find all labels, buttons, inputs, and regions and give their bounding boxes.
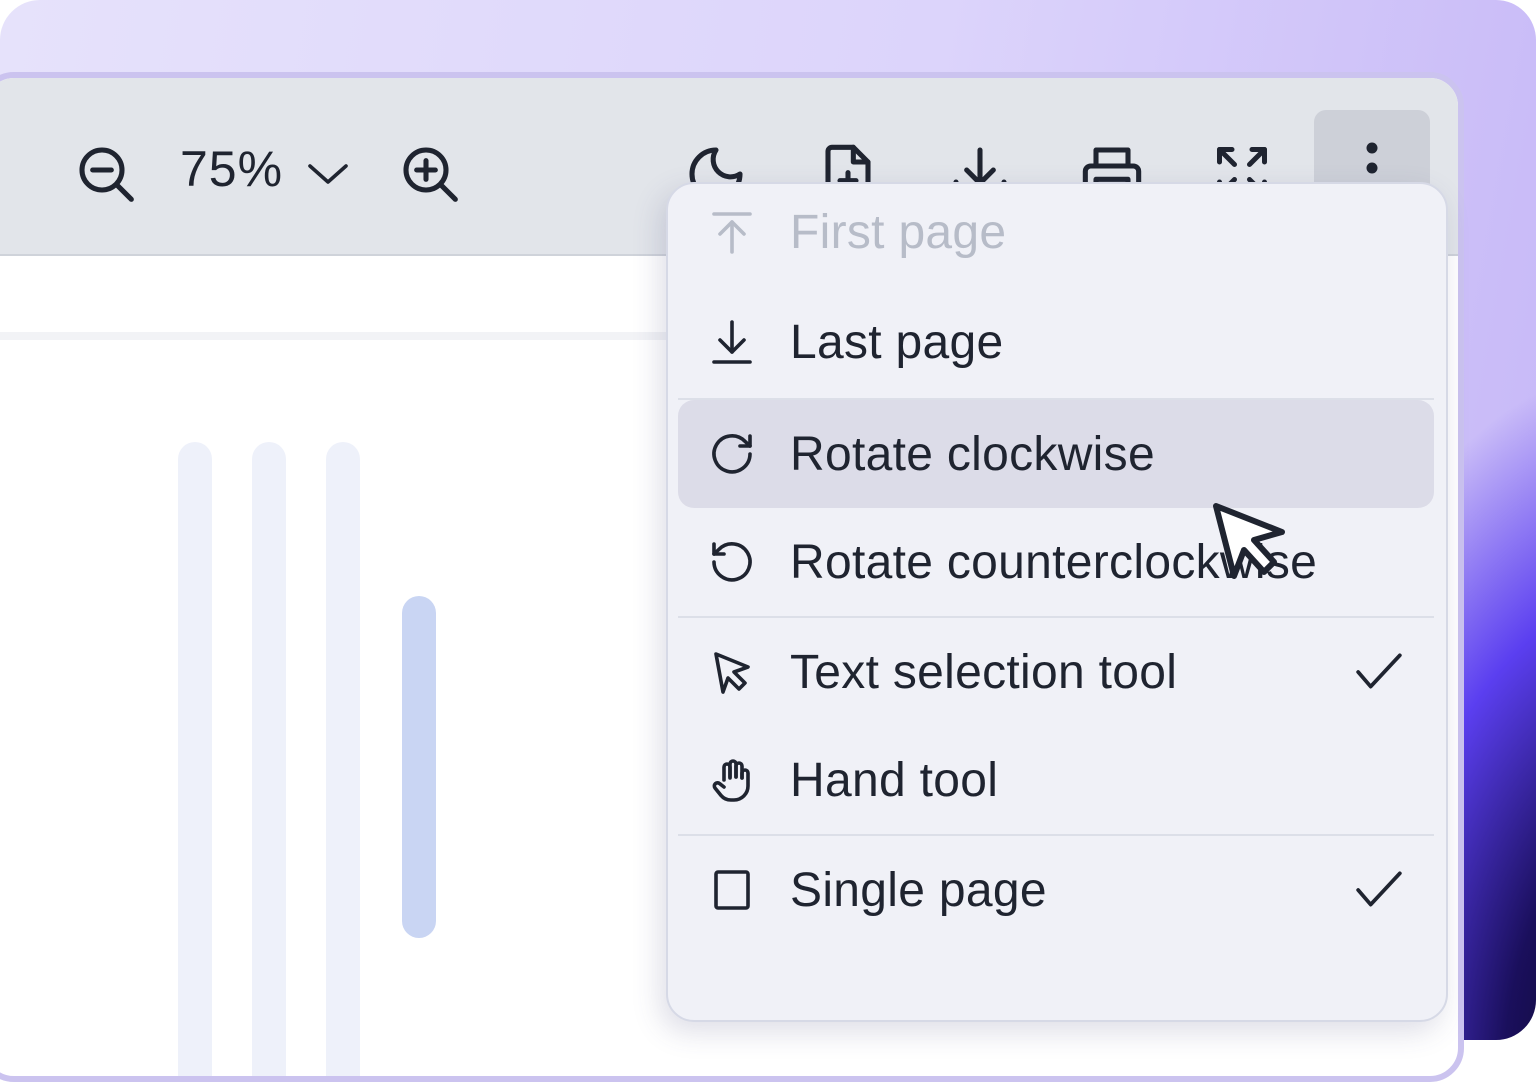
menu-item-first-page[interactable]: First page (678, 184, 1434, 286)
more-options-menu: First page Last page Rotate clockwise Ro… (666, 182, 1448, 1022)
rotate-ccw-icon (712, 542, 752, 582)
zoom-in-icon (403, 147, 458, 202)
checkmark-icon (1356, 653, 1402, 689)
menu-item-label: Hand tool (790, 753, 999, 807)
pointer-icon (714, 652, 750, 694)
menu-item-label: Last page (790, 315, 1004, 369)
mouse-cursor-icon (1213, 503, 1285, 579)
rotate-cw-icon (712, 434, 752, 474)
skeleton-line (252, 442, 286, 1076)
skeleton-line (326, 442, 360, 1076)
menu-item-label: Single page (790, 863, 1047, 917)
square-icon (714, 870, 750, 910)
menu-item-rotate-clockwise[interactable]: Rotate clockwise (678, 400, 1434, 508)
skeleton-line (178, 442, 212, 1076)
document-page (0, 256, 686, 1076)
arrow-up-to-line-icon (712, 212, 752, 254)
menu-item-label: Text selection tool (790, 645, 1178, 699)
page-divider (0, 332, 666, 340)
zoom-out-icon (79, 147, 134, 202)
checkmark-icon (1356, 871, 1402, 907)
hand-icon (712, 759, 750, 802)
arrow-down-to-line-icon (712, 320, 752, 364)
zoom-in-button[interactable] (398, 142, 462, 206)
skeleton-line-highlight (402, 596, 436, 938)
menu-item-hand-tool[interactable]: Hand tool (678, 726, 1434, 834)
menu-item-rotate-counterclockwise[interactable]: Rotate counterclockwise (678, 508, 1434, 616)
zoom-out-button[interactable] (74, 142, 138, 206)
menu-item-single-page[interactable]: Single page (678, 836, 1434, 944)
chevron-down-icon (308, 164, 348, 184)
menu-item-last-page[interactable]: Last page (678, 288, 1434, 396)
zoom-level[interactable]: 75% (180, 140, 283, 198)
zoom-dropdown-button[interactable] (306, 160, 350, 188)
menu-item-text-selection-tool[interactable]: Text selection tool (678, 618, 1434, 726)
menu-item-label: First page (790, 205, 1007, 259)
menu-item-label: Rotate clockwise (790, 427, 1155, 481)
